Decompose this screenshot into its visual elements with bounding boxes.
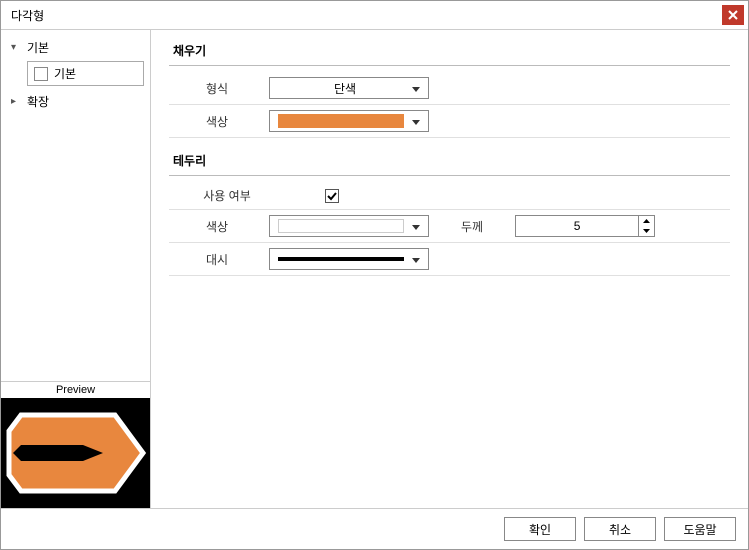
cancel-button-label: 취소 (609, 521, 631, 538)
preview-canvas (1, 398, 150, 508)
border-use-row: 사용 여부 (169, 182, 730, 210)
dialog-titlebar: 다각형 (1, 1, 748, 29)
section-fill-header: 채우기 (169, 38, 730, 66)
border-dash-label: 대시 (177, 251, 257, 268)
border-thickness-value: 5 (516, 219, 638, 233)
help-button-label: 도움말 (683, 521, 716, 538)
tree-item-label: 기본 (54, 65, 76, 82)
fill-type-label: 형식 (177, 80, 257, 97)
dash-preview-icon (278, 257, 404, 261)
tree-item-label: 확장 (27, 93, 49, 110)
preview-panel: Preview (1, 381, 150, 508)
close-button[interactable] (722, 5, 744, 25)
preview-shape-icon (3, 403, 148, 503)
border-color-select[interactable] (269, 215, 429, 237)
spinner-up-button[interactable] (639, 216, 654, 226)
collapse-icon: ▸ (11, 96, 21, 107)
fill-type-value: 단색 (278, 80, 412, 97)
fill-color-row: 색상 (169, 105, 730, 138)
category-tree: ▾ 기본 기본 ▸ 확장 (1, 30, 150, 381)
tree-item-label: 기본 (27, 39, 49, 56)
fill-type-row: 형식 단색 (169, 72, 730, 105)
border-color-row: 색상 두께 5 (169, 210, 730, 243)
spinner-arrows (638, 216, 654, 236)
border-use-label: 사용 여부 (177, 187, 277, 204)
border-dash-row: 대시 (169, 243, 730, 276)
border-thickness-label: 두께 (441, 218, 503, 235)
dialog-footer: 확인 취소 도움말 (1, 508, 748, 549)
border-thickness-spinner[interactable]: 5 (515, 215, 655, 237)
tree-item-extended[interactable]: ▸ 확장 (7, 90, 144, 113)
cancel-button[interactable]: 취소 (584, 517, 656, 541)
fill-color-swatch (278, 114, 404, 128)
tree-item-basic[interactable]: ▾ 기본 (7, 36, 144, 59)
ok-button[interactable]: 확인 (504, 517, 576, 541)
close-icon (728, 10, 738, 20)
check-icon (327, 191, 337, 201)
fill-color-select[interactable] (269, 110, 429, 132)
fill-type-select[interactable]: 단색 (269, 77, 429, 99)
sidebar: ▾ 기본 기본 ▸ 확장 Preview (1, 30, 151, 508)
border-color-swatch (278, 219, 404, 233)
chevron-down-icon (412, 252, 420, 266)
tree-item-basic-child[interactable]: 기본 (27, 61, 144, 86)
main-panel: 채우기 형식 단색 색상 테두리 사용 여부 (151, 30, 748, 508)
swatch-icon (34, 67, 48, 81)
help-button[interactable]: 도움말 (664, 517, 736, 541)
chevron-down-icon (412, 219, 420, 233)
preview-label: Preview (1, 382, 150, 398)
chevron-down-icon (412, 81, 420, 95)
chevron-down-icon (412, 114, 420, 128)
polygon-properties-dialog: 다각형 ▾ 기본 기본 ▸ 확장 Preview (0, 0, 749, 550)
expand-icon: ▾ (11, 42, 21, 53)
fill-color-label: 색상 (177, 113, 257, 130)
border-color-label: 색상 (177, 218, 257, 235)
section-border-header: 테두리 (169, 148, 730, 176)
dialog-title: 다각형 (11, 7, 44, 24)
ok-button-label: 확인 (529, 521, 551, 538)
border-dash-select[interactable] (269, 248, 429, 270)
border-use-checkbox[interactable] (325, 189, 339, 203)
spinner-down-button[interactable] (639, 226, 654, 236)
dialog-body: ▾ 기본 기본 ▸ 확장 Preview (1, 29, 748, 508)
